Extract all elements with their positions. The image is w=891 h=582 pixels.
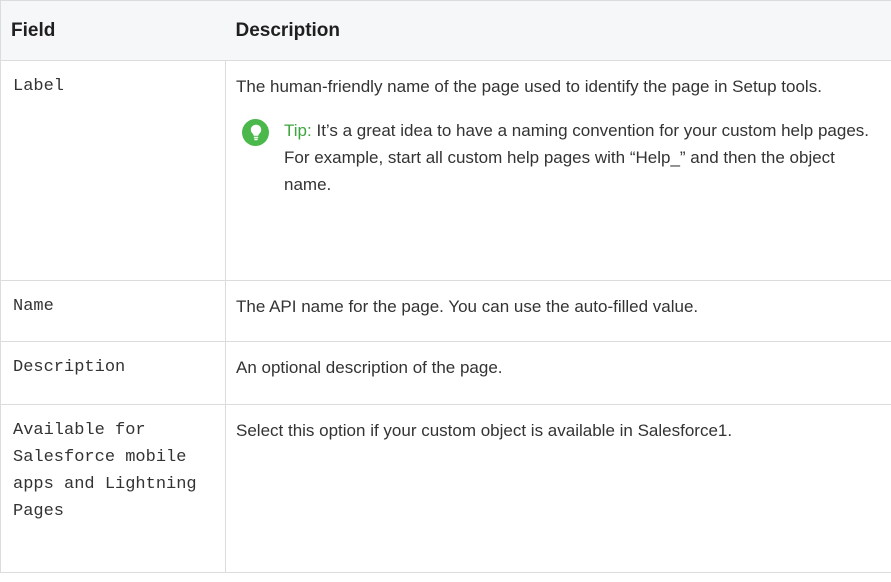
table-header-row: Field Description [0, 0, 891, 61]
table-header: Field Description [0, 0, 891, 61]
tip-callout: Tip: It’s a great idea to have a naming … [236, 117, 877, 198]
table-body: Label The human-friendly name of the pag… [0, 60, 891, 573]
column-header-description: Description [225, 0, 891, 61]
field-description-cell: Select this option if your custom object… [225, 404, 891, 573]
lightbulb-icon [242, 119, 269, 146]
field-description-cell: The API name for the page. You can use t… [225, 280, 891, 342]
field-name-cell: Description [0, 341, 226, 405]
field-description-cell: The human-friendly name of the page used… [225, 60, 891, 281]
table-row: Name The API name for the page. You can … [0, 280, 891, 342]
tip-heading: Tip [284, 121, 307, 140]
description-text: The human-friendly name of the page used… [236, 77, 822, 96]
table-row: Label The human-friendly name of the pag… [0, 60, 891, 281]
field-name-cell: Name [0, 280, 226, 342]
field-description-cell: An optional description of the page. [225, 341, 891, 405]
table-row: Available for Salesforce mobile apps and… [0, 404, 891, 573]
field-name-cell: Available for Salesforce mobile apps and… [0, 404, 226, 573]
column-header-field: Field [0, 0, 226, 61]
field-description-table: Field Description Label The human-friend… [0, 0, 891, 573]
field-name-cell: Label [0, 60, 226, 281]
table-row: Description An optional description of t… [0, 341, 891, 405]
tip-text: It’s a great idea to have a naming conve… [284, 121, 869, 194]
